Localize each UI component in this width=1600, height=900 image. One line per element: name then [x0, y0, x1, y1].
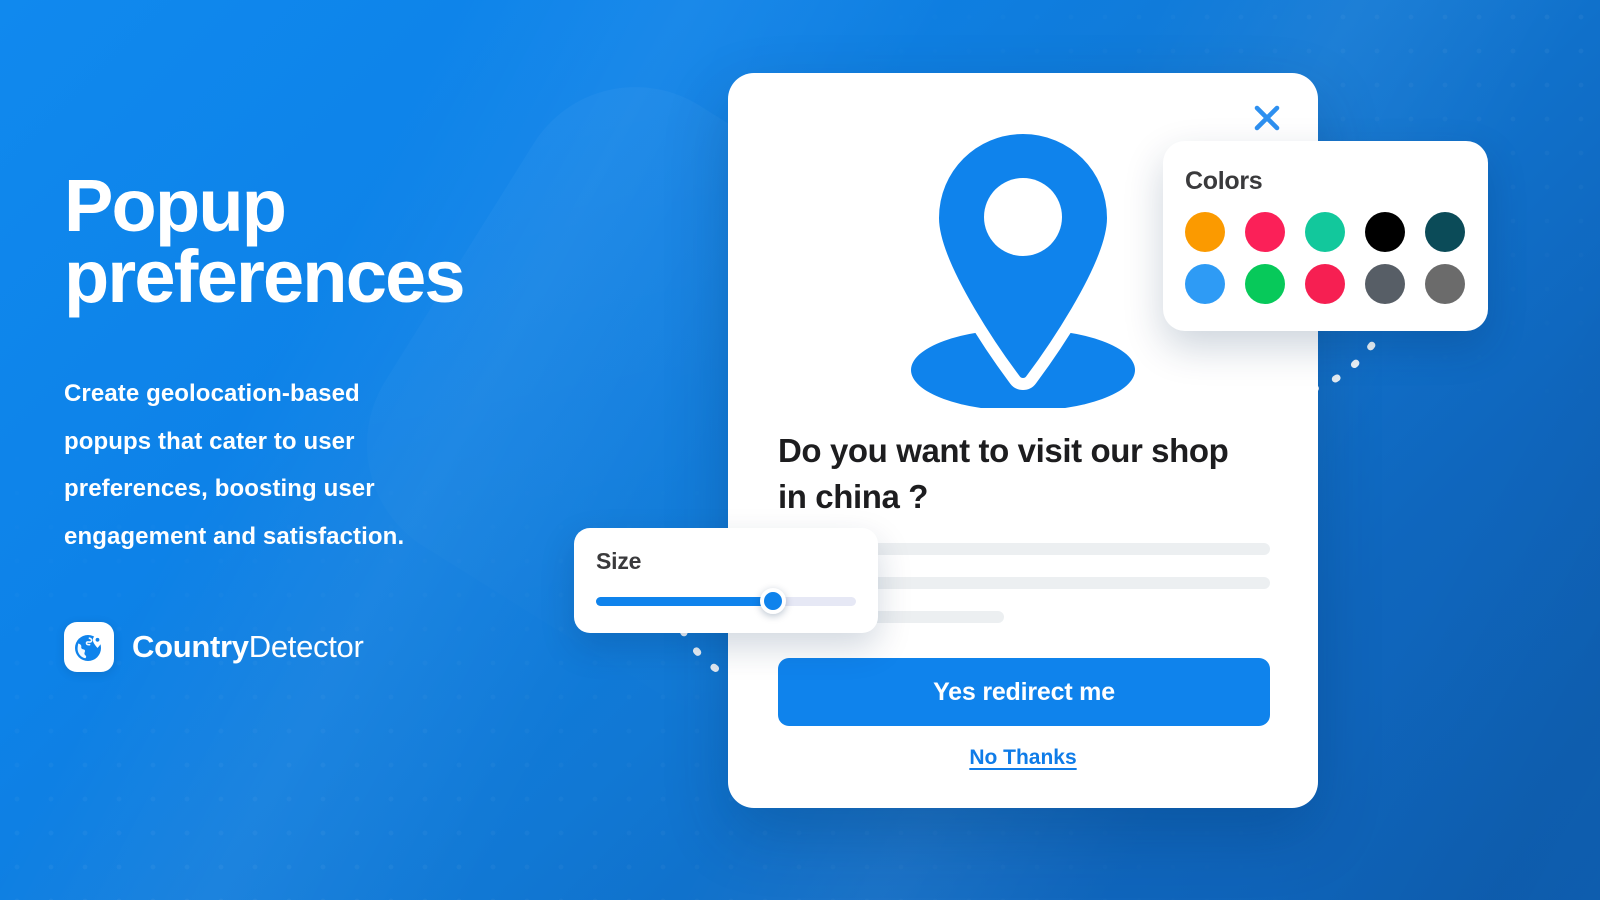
colors-panel: Colors: [1163, 141, 1488, 331]
hero-section: Popup preferences Create geolocation-bas…: [64, 164, 624, 673]
swatch-crimson[interactable]: [1305, 264, 1345, 304]
colors-panel-title: Colors: [1185, 167, 1263, 195]
brand-logo: CountryDetector: [64, 622, 624, 673]
page-title: Popup preferences: [64, 164, 466, 319]
no-thanks-link[interactable]: No Thanks: [728, 746, 1318, 770]
brand-name-bold: Country: [132, 629, 249, 665]
swatch-light-blue[interactable]: [1185, 264, 1225, 304]
size-panel: Size: [574, 528, 878, 633]
yes-redirect-button[interactable]: Yes redirect me: [778, 658, 1270, 726]
size-slider[interactable]: [596, 588, 856, 614]
swatch-green[interactable]: [1245, 264, 1285, 304]
location-pin-icon: [911, 121, 1135, 408]
brand-name: CountryDetector: [132, 629, 364, 665]
swatch-pink-red[interactable]: [1245, 212, 1285, 252]
swatch-black[interactable]: [1365, 212, 1405, 252]
swatch-orange[interactable]: [1185, 212, 1225, 252]
color-swatch-grid: [1185, 212, 1488, 304]
swatch-dark-teal[interactable]: [1425, 212, 1465, 252]
slider-fill: [596, 597, 773, 606]
popup-question-text: Do you want to visit our shop in china ?: [778, 432, 1229, 515]
swatch-gray[interactable]: [1425, 264, 1465, 304]
globe-pin-logo-icon: [64, 622, 114, 673]
hero-description: Create geolocation-based popups that cat…: [64, 380, 405, 550]
swatch-teal-green[interactable]: [1305, 212, 1345, 252]
size-panel-label: Size: [596, 548, 642, 574]
brand-name-light: Detector: [248, 629, 364, 665]
swatch-slate-gray[interactable]: [1365, 264, 1405, 304]
slider-thumb[interactable]: [759, 588, 786, 614]
